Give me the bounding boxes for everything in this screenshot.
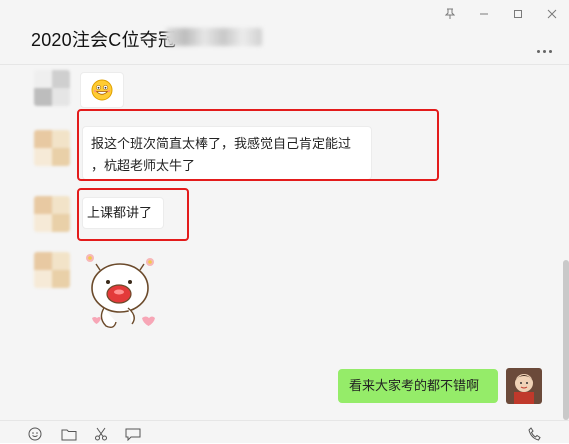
highlight-box <box>77 109 439 181</box>
message-bubble-self: 看来大家考的都不错啊 <box>338 369 498 403</box>
avatar[interactable] <box>34 196 70 232</box>
highlight-box <box>77 188 189 241</box>
avatar[interactable] <box>34 252 70 288</box>
message-text-line: 看来大家考的都不错啊 <box>349 378 480 393</box>
message-bubble <box>80 72 124 108</box>
pin-icon[interactable] <box>433 0 467 28</box>
chat-title: 2020注会C位夺冠 <box>31 30 177 50</box>
blurred-title-suffix <box>166 28 262 46</box>
emoji-icon[interactable] <box>26 427 44 441</box>
grinning-face-emoji-icon <box>91 79 113 101</box>
scrollbar[interactable] <box>563 65 569 420</box>
chat-history-icon[interactable] <box>124 427 142 442</box>
avatar[interactable] <box>34 70 70 106</box>
input-toolbar <box>0 420 569 443</box>
chat-header: 2020注会C位夺冠 <box>0 0 569 65</box>
window-controls <box>433 0 569 28</box>
maximize-icon[interactable] <box>501 0 535 28</box>
folder-icon[interactable] <box>60 427 78 441</box>
chat-window: 2020注会C位夺冠 报这个班次简直太棒了，我感觉自己肯定能过 ，杭超老师太牛了… <box>0 0 569 443</box>
avatar[interactable] <box>34 130 70 166</box>
close-icon[interactable] <box>535 0 569 28</box>
avatar[interactable] <box>506 368 542 404</box>
scissors-icon[interactable] <box>92 427 110 441</box>
cartoon-pig-sticker-icon <box>82 252 166 336</box>
minimize-icon[interactable] <box>467 0 501 28</box>
more-options-icon[interactable] <box>537 40 557 53</box>
voice-call-icon[interactable] <box>527 427 545 441</box>
scrollbar-thumb[interactable] <box>563 260 569 420</box>
